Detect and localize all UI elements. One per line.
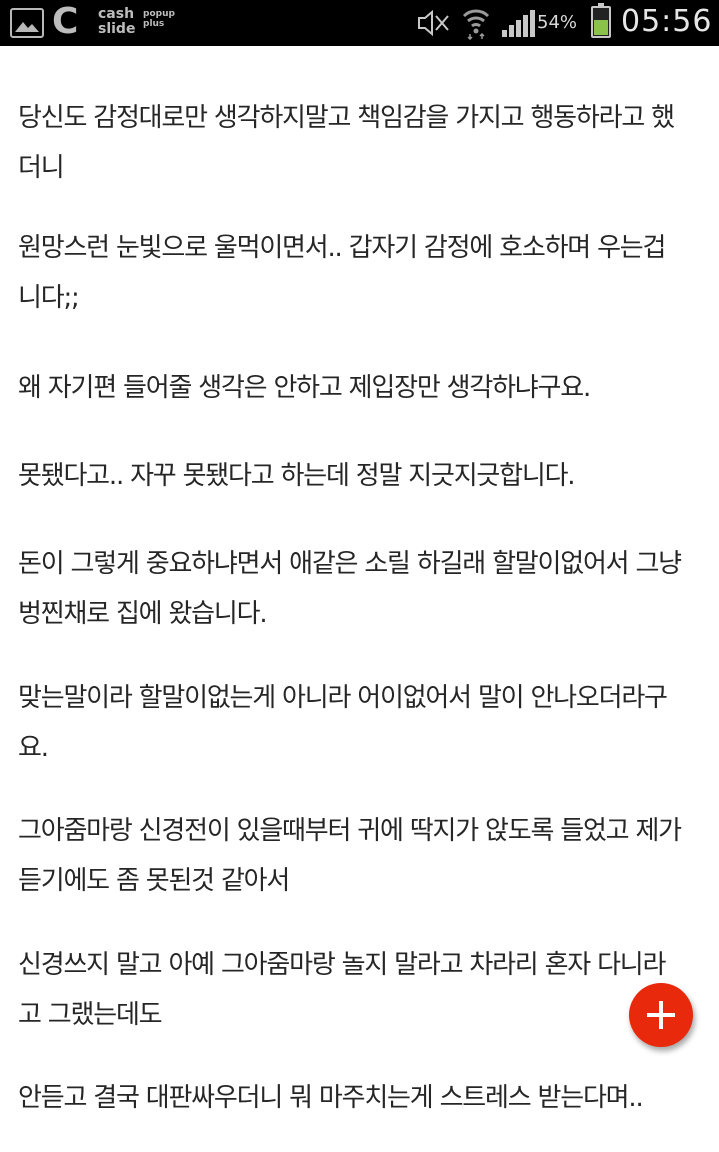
cash-slide-icon: cash slide bbox=[98, 6, 136, 37]
paragraph-5: 돈이 그렇게 중요하냐면서 애같은 소릴 하길래 할말이없어서 그냥 벙찐채로 … bbox=[18, 549, 682, 629]
status-bar: C cash slide popup plus 54% 05:56 bbox=[0, 0, 719, 46]
wifi-icon bbox=[462, 9, 490, 40]
paragraph-8: 신경쓰지 말고 아예 그아줌마랑 놀지 말라고 차라리 혼자 다니라 고 그랬는… bbox=[18, 950, 666, 1030]
clock: 05:56 bbox=[621, 4, 713, 39]
paragraph-4: 못됐다고.. 자꾸 못됐다고 하는데 정말 지긋지긋합니다. bbox=[18, 461, 576, 491]
signal-icon bbox=[502, 10, 535, 37]
battery-percent: 54% bbox=[537, 12, 578, 33]
paragraph-3: 왜 자기편 들어줄 생각은 안하고 제입장만 생각하냐구요. bbox=[18, 373, 591, 403]
battery-icon bbox=[591, 3, 611, 38]
c-app-icon: C bbox=[52, 1, 79, 42]
add-button[interactable] bbox=[629, 983, 693, 1047]
paragraph-2: 원망스런 눈빛으로 울먹이면서.. 갑자기 감정에 호소하며 우는겁 니다;; bbox=[18, 233, 666, 313]
gallery-icon bbox=[10, 8, 44, 38]
mute-icon bbox=[418, 10, 449, 36]
paragraph-1: 당신도 감정대로만 생각하지말고 책임감을 가지고 행동하라고 했 더니 bbox=[18, 103, 675, 183]
paragraph-7: 그아줌마랑 신경전이 있을때부터 귀에 딱지가 앉도록 들었고 제가 듣기에도 … bbox=[18, 816, 682, 896]
paragraph-9: 안듣고 결국 대판싸우더니 뭐 마주치는게 스트레스 받는다며.. bbox=[18, 1083, 644, 1113]
paragraph-6: 맞는말이라 할말이없는게 아니라 어이없어서 말이 안나오더라구 요. bbox=[18, 683, 668, 763]
popup-plus-icon: popup plus bbox=[143, 9, 175, 29]
